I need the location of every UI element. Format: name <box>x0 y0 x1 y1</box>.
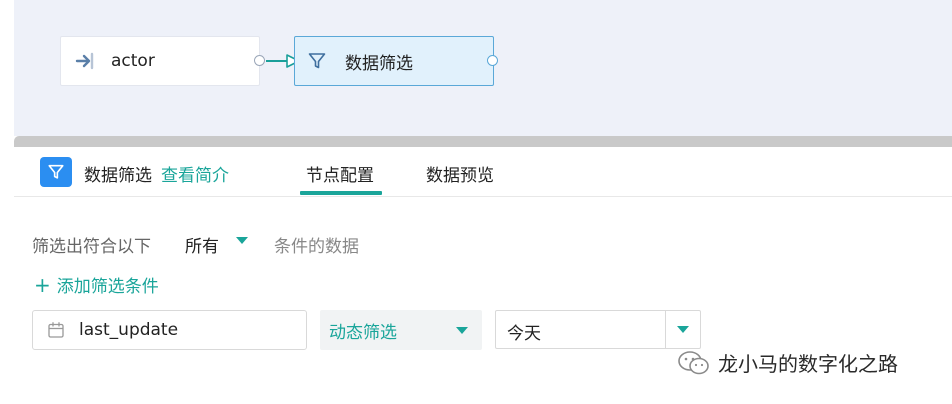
left-margin <box>0 0 14 404</box>
condition-field-select[interactable]: last_update <box>32 310 307 350</box>
config-panel-header: 数据筛选 查看简介 节点配置 数据预览 <box>14 147 952 197</box>
add-condition-label: 添加筛选条件 <box>56 277 159 297</box>
node-data-filter-label: 数据筛选 <box>345 53 413 74</box>
select-divider <box>665 311 666 348</box>
panel-resize-handle[interactable] <box>14 136 952 147</box>
node-actor-label: actor <box>111 51 155 71</box>
condition-field-value: last_update <box>79 320 179 340</box>
calendar-icon <box>48 322 64 338</box>
match-mode-select[interactable]: 所有 <box>185 232 219 257</box>
filter-icon <box>308 53 326 69</box>
add-condition-button[interactable]: + 添加筛选条件 <box>34 272 159 298</box>
caret-down-icon[interactable] <box>677 326 689 333</box>
panel-title: 数据筛选 <box>84 166 152 186</box>
node-data-filter[interactable]: 数据筛选 <box>294 36 494 86</box>
node-actor[interactable]: actor <box>60 36 260 86</box>
view-intro-link[interactable]: 查看简介 <box>161 161 229 186</box>
caret-down-icon[interactable] <box>236 237 248 244</box>
watermark-text: 龙小马的数字化之路 <box>718 352 898 376</box>
condition-value-select[interactable]: 今天 <box>495 310 701 349</box>
filter-icon <box>40 157 72 187</box>
filter-rule-prefix: 筛选出符合以下 <box>32 237 151 257</box>
active-tab-indicator <box>300 191 382 195</box>
plus-icon: + <box>34 272 51 297</box>
filter-rule-suffix: 条件的数据 <box>274 237 359 257</box>
caret-down-icon <box>456 327 468 334</box>
condition-value: 今天 <box>507 324 541 344</box>
flow-canvas[interactable]: actor 数据筛选 <box>14 0 952 136</box>
condition-mode-select[interactable]: 动态筛选 <box>320 310 482 350</box>
tab-node-config[interactable]: 节点配置 <box>306 161 374 186</box>
watermark: 龙小马的数字化之路 <box>676 348 898 377</box>
node-filter-output-port[interactable] <box>487 55 498 66</box>
node-actor-output-port[interactable] <box>254 55 265 66</box>
input-arrow-icon <box>75 52 94 70</box>
tab-data-preview[interactable]: 数据预览 <box>426 161 494 186</box>
wechat-icon <box>678 350 709 374</box>
condition-mode-value: 动态筛选 <box>329 322 397 343</box>
